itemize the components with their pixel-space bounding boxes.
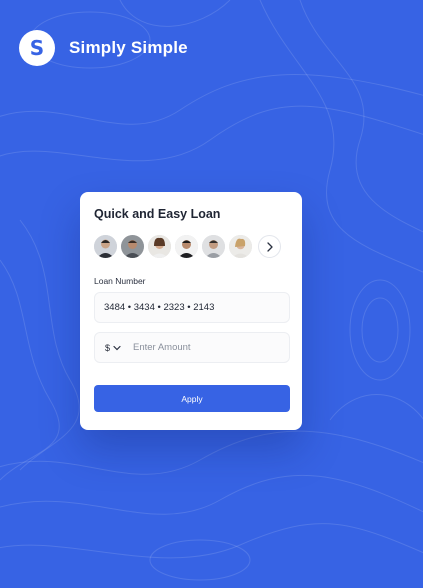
avatar[interactable]	[229, 235, 252, 258]
amount-field: $	[94, 332, 290, 363]
amount-input[interactable]	[133, 342, 283, 353]
loan-number-label: Loan Number	[94, 276, 146, 286]
currency-select[interactable]: $	[95, 343, 133, 353]
apply-button[interactable]: Apply	[94, 385, 290, 412]
brand: S Simply Simple	[19, 30, 188, 66]
currency-value: $	[105, 342, 111, 353]
avatar[interactable]	[94, 235, 117, 258]
next-avatars-button[interactable]	[258, 235, 281, 258]
avatar-list	[94, 235, 290, 258]
loan-number-field[interactable]: 3484 • 3434 • 2323 • 2143	[94, 292, 290, 323]
chevron-down-icon	[113, 345, 121, 350]
logo-icon: S	[19, 30, 55, 66]
brand-name: Simply Simple	[69, 38, 188, 57]
chevron-right-icon	[266, 241, 273, 252]
avatar[interactable]	[175, 235, 198, 258]
card-title: Quick and Easy Loan	[94, 207, 221, 221]
avatar[interactable]	[148, 235, 171, 258]
avatar[interactable]	[202, 235, 225, 258]
loan-card: Quick and Easy Loan Loan Number 3484 • 3…	[80, 192, 302, 430]
avatar[interactable]	[121, 235, 144, 258]
